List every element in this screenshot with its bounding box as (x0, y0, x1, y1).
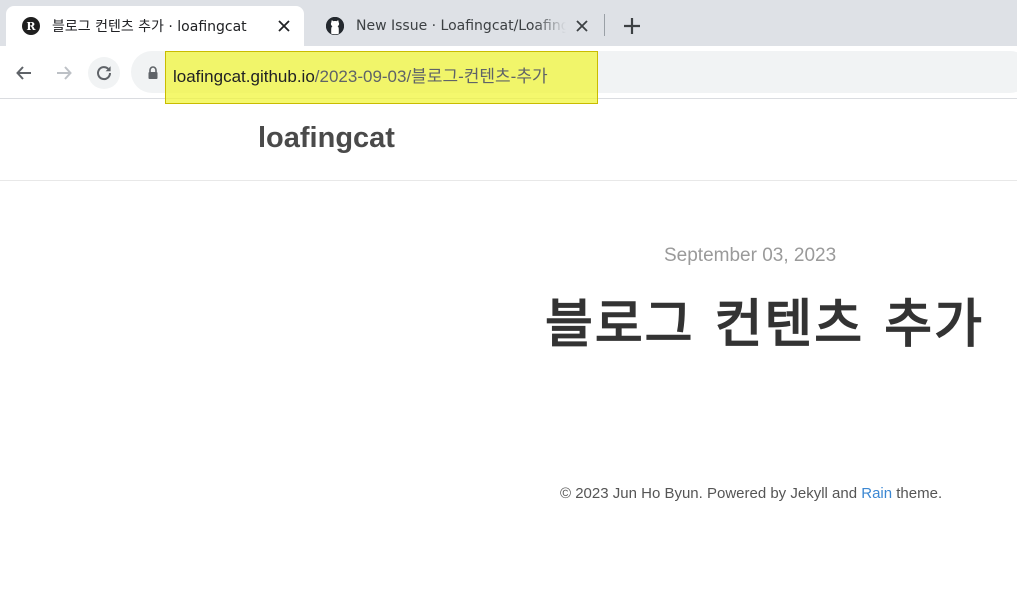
post-title: 블로그 컨텐츠 추가 (545, 295, 984, 355)
github-icon (326, 17, 344, 35)
rain-theme-link[interactable]: Rain (861, 485, 892, 502)
tab-title: New Issue · Loafingcat/Loafingcat (356, 18, 566, 34)
url-path: /2023-09-03/블로그-컨텐츠-추가 (314, 67, 548, 86)
forward-button[interactable] (48, 57, 80, 89)
site-footer: © 2023 Jun Ho Byun. Powered by Jekyll an… (560, 485, 942, 502)
address-bar[interactable]: loafingcat.github.io/2023-09-03/블로그-컨텐츠-… (131, 51, 1017, 104)
url-text[interactable]: loafingcat.github.io/2023-09-03/블로그-컨텐츠-… (173, 62, 548, 87)
tab-separator (604, 14, 605, 36)
footer-suffix: theme. (892, 485, 943, 502)
arrow-left-icon (16, 66, 31, 80)
tab-strip: R 블로그 컨텐츠 추가 · loafingcat New Issue · Lo… (0, 0, 1017, 46)
site-title[interactable]: loafingcat (258, 122, 395, 155)
back-button[interactable] (8, 57, 40, 89)
reload-button[interactable] (88, 57, 120, 89)
reload-icon (97, 66, 112, 81)
arrow-right-icon (57, 66, 72, 80)
plus-icon (624, 18, 640, 34)
footer-text: © 2023 Jun Ho Byun. Powered by Jekyll an… (560, 485, 862, 502)
new-tab-button[interactable] (618, 12, 646, 40)
blog-favicon-icon: R (22, 17, 40, 35)
tab-title: 블로그 컨텐츠 추가 · loafingcat (52, 19, 247, 35)
close-icon[interactable] (274, 16, 294, 36)
browser-toolbar: loafingcat.github.io/2023-09-03/블로그-컨텐츠-… (0, 46, 1017, 104)
url-host: loafingcat.github.io (173, 67, 315, 86)
lock-icon[interactable] (147, 65, 159, 84)
post-date: September 03, 2023 (664, 245, 837, 266)
tab-new-issue[interactable]: New Issue · Loafingcat/Loafingcat (310, 6, 602, 46)
close-icon[interactable] (572, 16, 592, 36)
site-header: loafingcat (0, 100, 1017, 181)
tab-blog-post[interactable]: R 블로그 컨텐츠 추가 · loafingcat (6, 6, 304, 46)
